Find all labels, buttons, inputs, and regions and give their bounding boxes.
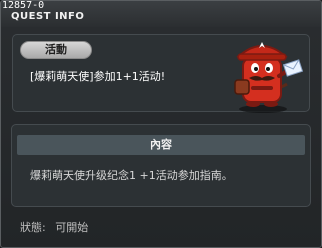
status-label: 狀態: <box>20 221 46 234</box>
content-header: 內容 <box>17 135 305 155</box>
quest-info-window: 12857-0 QUEST INFO 活動 [爆莉萌天使]参加1+1活动! 內容… <box>0 0 322 248</box>
red-mailbox-npc-icon <box>234 42 304 113</box>
quest-name: [爆莉萌天使]参加1+1活动! <box>30 70 166 83</box>
quest-id: 12857-0 <box>2 0 45 11</box>
quest-category-tag: 活動 <box>20 41 92 59</box>
title-bar[interactable]: 12857-0 QUEST INFO <box>1 1 321 27</box>
quest-content-panel: 內容 爆莉萌天使升级纪念1 +1活动参加指南。 <box>11 124 311 207</box>
quest-status: 狀態: 可開始 <box>20 221 94 235</box>
status-value: 可開始 <box>55 221 89 234</box>
window-title: QUEST INFO <box>11 11 85 22</box>
content-body: 爆莉萌天使升级纪念1 +1活动参加指南。 <box>30 169 233 182</box>
